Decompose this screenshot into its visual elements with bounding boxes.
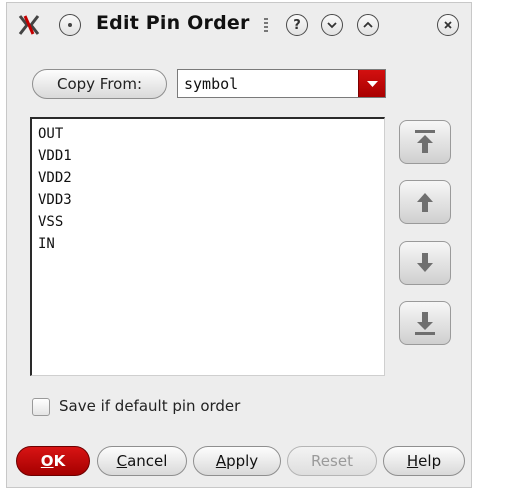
cancel-button[interactable]: Cancel xyxy=(97,446,187,476)
dropdown-arrow-icon[interactable] xyxy=(358,70,385,97)
window-title: Edit Pin Order xyxy=(96,12,250,34)
apply-label: pply xyxy=(226,452,259,470)
copy-from-select[interactable]: symbol xyxy=(177,69,386,98)
arrow-to-top-icon xyxy=(415,130,435,153)
copy-from-value: symbol xyxy=(184,75,239,93)
move-to-bottom-button[interactable] xyxy=(399,301,451,345)
app-logo-icon xyxy=(18,15,40,35)
move-down-button[interactable] xyxy=(399,241,451,285)
maximize-icon[interactable] xyxy=(357,14,379,36)
move-up-button[interactable] xyxy=(399,180,451,224)
arrow-down-icon xyxy=(417,253,433,272)
copy-from-button[interactable]: Copy From: xyxy=(32,69,167,99)
ok-button[interactable]: OK xyxy=(16,446,90,476)
close-icon[interactable] xyxy=(437,14,459,36)
help-icon[interactable]: ? xyxy=(286,14,308,36)
pin-order-list[interactable]: OUT VDD1 VDD2 VDD3 VSS IN xyxy=(30,117,385,376)
cancel-mnemonic: C xyxy=(116,452,128,470)
list-item[interactable]: VSS xyxy=(38,211,384,233)
reset-button[interactable]: Reset xyxy=(287,446,377,476)
save-default-label: Save if default pin order xyxy=(59,397,241,415)
help-label: elp xyxy=(418,452,442,470)
edit-pin-order-dialog: Edit Pin Order ? Copy From: symbol OUT V… xyxy=(6,2,472,488)
arrow-up-icon xyxy=(417,193,433,212)
ok-mnemonic: O xyxy=(40,452,54,470)
list-item[interactable]: VDD1 xyxy=(38,145,384,167)
list-item[interactable]: VDD3 xyxy=(38,189,384,211)
save-default-checkbox[interactable] xyxy=(32,398,50,416)
apply-mnemonic: A xyxy=(215,452,227,470)
minimize-icon[interactable] xyxy=(321,14,343,36)
help-mnemonic: H xyxy=(406,452,419,470)
list-item[interactable]: VDD2 xyxy=(38,167,384,189)
cancel-label: ancel xyxy=(127,452,168,470)
apply-button[interactable]: Apply xyxy=(193,446,281,476)
list-item[interactable]: IN xyxy=(38,233,384,255)
title-grip xyxy=(264,18,268,32)
arrow-to-bottom-icon xyxy=(415,312,435,335)
list-item[interactable]: OUT xyxy=(38,123,384,145)
window-menu-icon[interactable] xyxy=(59,14,81,36)
help-button[interactable]: Help xyxy=(383,446,465,476)
move-to-top-button[interactable] xyxy=(399,120,451,164)
ok-label: K xyxy=(53,452,66,470)
title-bar[interactable]: Edit Pin Order ? xyxy=(7,3,471,45)
